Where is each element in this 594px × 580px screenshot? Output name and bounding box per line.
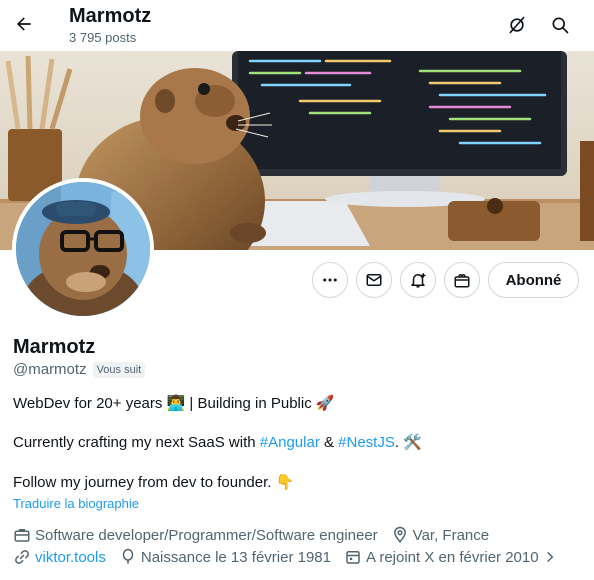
bio-line-3: Follow my journey from dev to founder. 👇 [13, 472, 294, 493]
avatar-illustration [16, 182, 150, 316]
bio-text: Currently crafting my next SaaS with [13, 434, 260, 451]
following-button[interactable]: Abonné [488, 262, 579, 298]
joined-item[interactable]: A rejoint X en février 2010 [344, 548, 561, 566]
top-bar: Marmotz 3 795 posts [0, 0, 594, 51]
avatar[interactable] [12, 178, 154, 320]
pointing-down-emoji: 👇 [275, 473, 295, 491]
bio-line-1: WebDev for 20+ years 👨‍💻 | Building in P… [13, 393, 335, 414]
location-text: Var, France [412, 526, 490, 544]
bio-text: Follow my journey from dev to founder. [13, 474, 276, 491]
profession-item: Software developer/Programmer/Software e… [13, 526, 378, 544]
profile-meta-row-2: viktor.tools Naissance le 13 février 198… [13, 548, 574, 566]
technologist-emoji: 👨‍💻 [166, 394, 186, 412]
handle-row: @marmotz Vous suit [13, 361, 146, 378]
header-title: Marmotz [69, 5, 152, 27]
subscription-button[interactable] [444, 262, 480, 298]
hashtag-nestjs-link[interactable]: #NestJS [338, 434, 395, 451]
search-button[interactable] [544, 9, 576, 41]
tools-emoji: 🛠️ [403, 433, 422, 451]
message-button[interactable] [356, 262, 392, 298]
notification-button[interactable] [400, 262, 436, 298]
briefcase-icon [14, 529, 30, 542]
website-item[interactable]: viktor.tools [13, 548, 106, 566]
joined-text: A rejoint X en février 2010 [365, 548, 539, 566]
subscription-icon [454, 274, 470, 288]
display-name: Marmotz [13, 336, 96, 358]
location-icon [393, 526, 406, 543]
rocket-emoji: 🚀 [315, 394, 335, 412]
posts-count: 3 795 posts [69, 30, 137, 45]
arrow-left-icon [17, 17, 31, 31]
grok-button[interactable] [501, 9, 533, 41]
location-item: Var, France [391, 526, 489, 544]
more-button[interactable] [312, 262, 348, 298]
birthday-text: Naissance le 13 février 1981 [140, 548, 331, 566]
profile-meta-row-1: Software developer/Programmer/Software e… [13, 526, 502, 544]
follows-you-badge: Vous suit [92, 361, 146, 378]
back-button[interactable] [8, 8, 40, 40]
chevron-right-icon [546, 551, 553, 563]
website-link[interactable]: viktor.tools [35, 549, 106, 566]
bio-line-2: Currently crafting my next SaaS with #An… [13, 432, 422, 453]
birthday-item: Naissance le 13 février 1981 [119, 548, 331, 566]
header-title-group: Marmotz 3 795 posts [69, 4, 151, 47]
bio-text: WebDev for 20+ years [13, 395, 167, 412]
profession-text: Software developer/Programmer/Software e… [35, 526, 378, 544]
translate-bio-link[interactable]: Traduire la biographie [13, 496, 139, 511]
link-icon [15, 550, 29, 564]
calendar-icon [346, 551, 360, 564]
balloon-icon [122, 548, 134, 564]
hashtag-angular-link[interactable]: #Angular [260, 434, 320, 451]
message-icon [366, 274, 382, 286]
more-icon [323, 278, 337, 282]
search-icon [552, 17, 569, 34]
bio-text: | Building in Public [185, 395, 316, 412]
bio-text: & [319, 434, 339, 451]
grok-icon [509, 16, 525, 34]
bio-text: . [394, 434, 404, 451]
user-handle: @marmotz [13, 361, 87, 378]
notification-bell-icon [411, 273, 426, 288]
